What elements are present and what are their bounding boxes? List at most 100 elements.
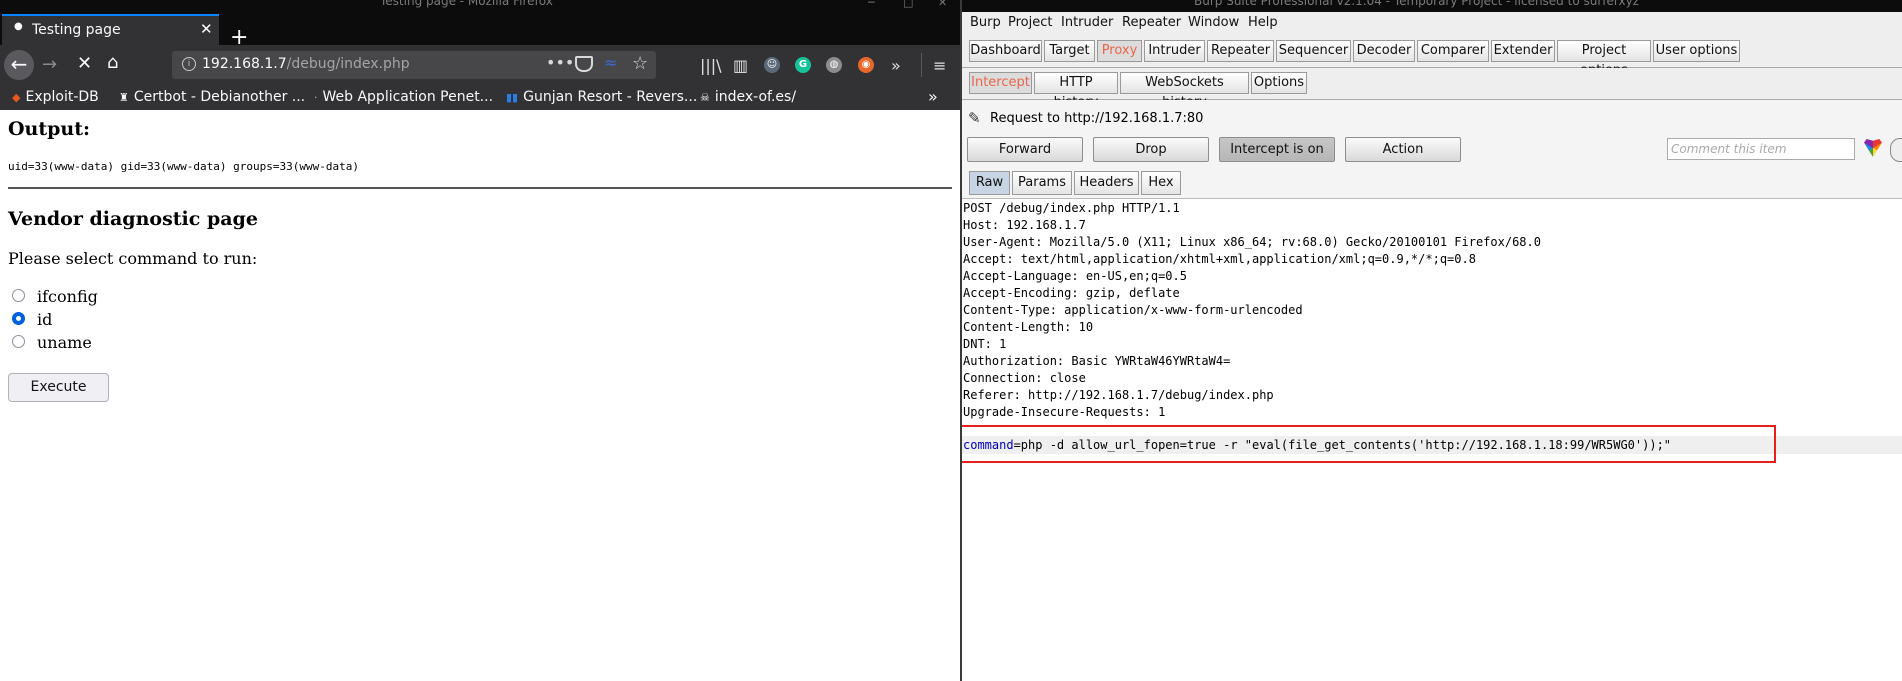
select-prompt: Please select command to run: bbox=[8, 249, 258, 268]
bookmark-label: Gunjan Resort - Revers... bbox=[523, 89, 698, 105]
sidebar-icon[interactable]: ▥ bbox=[733, 58, 748, 74]
minimize-icon[interactable]: ─ bbox=[868, 0, 875, 9]
tab-proxy[interactable]: Proxy bbox=[1097, 40, 1142, 62]
help-icon[interactable] bbox=[1890, 138, 1902, 162]
library-icon[interactable]: |||\ bbox=[700, 58, 722, 74]
extension-icon[interactable]: ≈ bbox=[604, 53, 617, 72]
header-line: Upgrade-Insecure-Requests: 1 bbox=[963, 405, 1166, 419]
forward-arrow-icon[interactable]: → bbox=[42, 56, 57, 74]
bookmarks-overflow-icon[interactable]: » bbox=[928, 87, 938, 106]
bookmark-star-icon[interactable]: ☆ bbox=[632, 53, 648, 74]
tab-project-options[interactable]: Project options bbox=[1557, 40, 1651, 78]
radio-ifconfig[interactable] bbox=[12, 289, 25, 302]
action-button[interactable]: Action bbox=[1345, 137, 1461, 162]
header-line: Content-Length: 10 bbox=[963, 320, 1094, 334]
bookmark-web-app-pentest[interactable]: · Web Application Penet... bbox=[314, 89, 493, 105]
account-icon[interactable]: ☺ bbox=[764, 57, 780, 73]
comment-input[interactable]: Comment this item bbox=[1667, 138, 1855, 160]
tab-decoder[interactable]: Decoder bbox=[1353, 40, 1415, 62]
output-heading: Output: bbox=[8, 118, 91, 140]
bookmark-label: Exploit-DB bbox=[25, 89, 99, 105]
tab-raw[interactable]: Raw bbox=[969, 171, 1010, 195]
tab-intruder[interactable]: Intruder bbox=[1144, 40, 1205, 62]
main-tabs: Dashboard Target Proxy Intruder Repeater… bbox=[962, 34, 1902, 78]
bookmark-label: index-of.es/ bbox=[714, 89, 797, 105]
back-arrow-icon[interactable]: ← bbox=[4, 50, 34, 80]
globe-icon[interactable]: ◍ bbox=[826, 57, 842, 73]
menu-repeater[interactable]: Repeater bbox=[1122, 15, 1181, 30]
intercept-toggle-button[interactable]: Intercept is on bbox=[1219, 137, 1335, 162]
close-window-icon[interactable]: ✕ bbox=[938, 0, 947, 9]
maximize-icon[interactable]: □ bbox=[903, 0, 913, 9]
burp-window-title: Burp Suite Professional v2.1.04 - Tempor… bbox=[1194, 0, 1639, 8]
tab-comparer[interactable]: Comparer bbox=[1417, 40, 1489, 62]
menu-intruder[interactable]: Intruder bbox=[1061, 15, 1113, 30]
chart-icon: ▮▮ bbox=[506, 91, 519, 104]
site-info-icon[interactable]: i bbox=[182, 57, 196, 71]
header-line: Authorization: Basic YWRtaW46YWRtaW4= bbox=[963, 354, 1231, 368]
bookmark-exploit-db[interactable]: ◆ Exploit-DB bbox=[12, 89, 99, 105]
pencil-icon: ✎ bbox=[968, 109, 981, 127]
firefox-window: Testing page - Mozilla Firefox ─ □ ✕ ● T… bbox=[0, 0, 960, 681]
header-line: Referer: http://192.168.1.7/debug/index.… bbox=[963, 388, 1274, 402]
tab-params[interactable]: Params bbox=[1012, 171, 1072, 195]
radio-uname[interactable] bbox=[12, 335, 25, 348]
menu-burp[interactable]: Burp bbox=[970, 15, 1001, 30]
tab-testing-page[interactable]: ● Testing page ✕ bbox=[2, 14, 219, 45]
toolbar-separator bbox=[921, 53, 922, 77]
request-line: POST /debug/index.php HTTP/1.1 bbox=[963, 201, 1180, 215]
menu-project[interactable]: Project bbox=[1008, 15, 1052, 30]
annotation-box bbox=[962, 425, 1776, 463]
tab-headers[interactable]: Headers bbox=[1074, 171, 1139, 195]
home-icon[interactable]: ⌂ bbox=[107, 54, 118, 72]
url-bar[interactable]: i 192.168.1.7/debug/index.php ••• ≈ ☆ bbox=[172, 51, 656, 79]
radio-id[interactable] bbox=[12, 312, 25, 325]
bookmark-label: Web Application Penet... bbox=[322, 89, 494, 105]
bookmark-gunjan-resort[interactable]: ▮▮ Gunjan Resort - Revers... bbox=[506, 89, 697, 105]
bookmark-label: Certbot - Debianother ... bbox=[133, 89, 306, 105]
tab-sequencer[interactable]: Sequencer bbox=[1276, 40, 1351, 62]
bookmark-certbot[interactable]: ♜ Certbot - Debianother ... bbox=[119, 89, 305, 105]
menu-window[interactable]: Window bbox=[1188, 15, 1239, 30]
header-line: Content-Type: application/x-www-form-url… bbox=[963, 303, 1303, 317]
command-output: uid=33(www-data) gid=33(www-data) groups… bbox=[8, 160, 359, 173]
overflow-chevron-icon[interactable]: » bbox=[891, 58, 901, 74]
stop-loading-icon[interactable]: ✕ bbox=[77, 55, 92, 73]
message-view-tabs: Raw Params Headers Hex bbox=[962, 170, 1902, 196]
tab-repeater[interactable]: Repeater bbox=[1207, 40, 1274, 62]
exploitdb-icon: ◆ bbox=[12, 91, 21, 104]
bookmark-index-of[interactable]: ☠ index-of.es/ bbox=[700, 89, 796, 105]
grammarly-icon[interactable]: G bbox=[795, 57, 811, 73]
tab-extender[interactable]: Extender bbox=[1491, 40, 1555, 62]
tab-websockets-history[interactable]: WebSockets history bbox=[1120, 72, 1249, 110]
tab-strip: ● Testing page ✕ + bbox=[0, 12, 960, 49]
burp-titlebar: Burp Suite Professional v2.1.04 - Tempor… bbox=[962, 0, 1902, 12]
header-line: Host: 192.168.1.7 bbox=[963, 218, 1086, 232]
firefox-window-title: Testing page - Mozilla Firefox bbox=[380, 0, 553, 8]
tab-intercept[interactable]: Intercept bbox=[969, 72, 1032, 94]
highlight-color-icon[interactable] bbox=[1864, 139, 1882, 157]
option-label: ifconfig bbox=[37, 287, 98, 306]
tab-target[interactable]: Target bbox=[1044, 40, 1095, 62]
header-line: Accept-Language: en-US,en;q=0.5 bbox=[963, 269, 1187, 283]
execute-button[interactable]: Execute bbox=[8, 373, 109, 402]
foxyproxy-icon[interactable]: ◉ bbox=[858, 57, 874, 73]
navigation-toolbar: ← → ✕ ⌂ i 192.168.1.7/debug/index.php ••… bbox=[0, 45, 960, 85]
forward-button[interactable]: Forward bbox=[967, 137, 1083, 162]
url-path: /debug/index.php bbox=[286, 56, 410, 72]
tab-dashboard[interactable]: Dashboard bbox=[969, 40, 1042, 62]
hamburger-menu-icon[interactable]: ≡ bbox=[933, 58, 946, 74]
burp-menubar: Burp Project Intruder Repeater Window He… bbox=[962, 12, 1902, 34]
pocket-icon[interactable] bbox=[575, 56, 593, 72]
drop-button[interactable]: Drop bbox=[1093, 137, 1209, 162]
url-text[interactable]: 192.168.1.7/debug/index.php bbox=[202, 56, 410, 72]
tab-options[interactable]: Options bbox=[1251, 72, 1307, 94]
tab-http-history[interactable]: HTTP history bbox=[1034, 72, 1118, 110]
option-label: id bbox=[37, 310, 53, 329]
tab-hex[interactable]: Hex bbox=[1141, 171, 1181, 195]
tab-user-options[interactable]: User options bbox=[1653, 40, 1740, 62]
close-tab-icon[interactable]: ✕ bbox=[200, 20, 213, 38]
menu-help[interactable]: Help bbox=[1248, 15, 1278, 30]
raw-request-editor[interactable]: POST /debug/index.php HTTP/1.1 Host: 192… bbox=[962, 198, 1902, 681]
page-actions-icon[interactable]: ••• bbox=[546, 53, 574, 72]
